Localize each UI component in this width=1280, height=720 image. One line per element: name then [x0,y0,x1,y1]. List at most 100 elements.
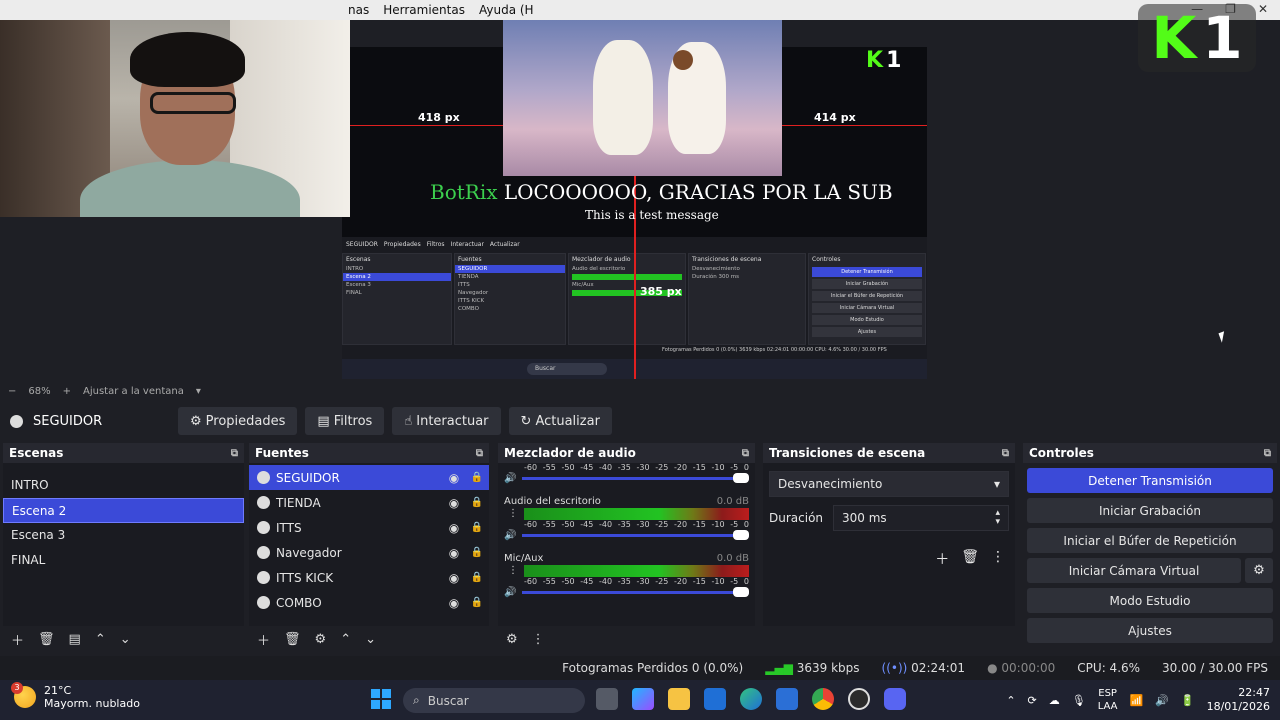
eye-icon[interactable]: ◉ [443,546,465,560]
microphone-icon[interactable]: 🎙 [1072,694,1086,707]
stop-stream-button[interactable]: Detener Transmisión [1027,468,1273,493]
eye-icon[interactable]: ◉ [443,471,465,485]
lock-icon[interactable]: 🔒 [465,497,489,508]
source-item-navegador[interactable]: Navegador ◉ 🔒 [249,540,489,565]
start-recording-button[interactable]: Iniciar Grabación [1027,498,1273,523]
volume-track[interactable] [522,472,749,483]
volume-knob[interactable] [733,586,749,597]
wifi-icon[interactable]: 📶 [1129,694,1143,707]
language-indicator[interactable]: ESP LAA [1098,687,1118,713]
settings-button[interactable]: Ajustes [1027,618,1273,643]
trash-icon[interactable]: 🗑 [38,632,55,647]
zoom-out-button[interactable]: − [8,386,16,397]
undock-icon[interactable]: ⧉ [476,448,483,459]
volume-icon[interactable]: 🔊 [1155,694,1169,707]
scene-item-escena-3[interactable]: Escena 3 [3,523,244,548]
volume-slider[interactable]: 🔊 [504,472,749,484]
chrome-icon[interactable] [812,688,834,710]
speaker-icon[interactable]: 🔊 [504,473,516,484]
store-icon[interactable] [776,688,798,710]
sync-icon[interactable]: ⟳ [1028,694,1037,707]
eye-icon[interactable]: ◉ [443,496,465,510]
move-down-icon[interactable]: ⌄ [120,632,131,647]
duration-spinbox[interactable]: 300 ms ▴ ▾ [833,505,1009,531]
source-item-itts[interactable]: ITTS ◉ 🔒 [249,515,489,540]
volume-slider[interactable]: 🔊 [504,529,749,541]
volume-track[interactable] [522,529,749,540]
lock-icon[interactable]: 🔒 [465,597,489,608]
lock-icon[interactable]: 🔒 [465,522,489,533]
preview-area[interactable]: K1 SEGUIDOR Propiedades Filtros Interact… [0,20,1280,382]
trash-icon[interactable]: 🗑 [961,549,979,569]
outlook-icon[interactable] [704,688,726,710]
kebab-menu-icon[interactable]: ⋮ [532,632,545,647]
move-up-icon[interactable]: ⌃ [95,632,106,647]
lock-icon[interactable]: 🔒 [465,547,489,558]
interact-button[interactable]: ☝ Interactuar [392,407,501,435]
add-transition-icon[interactable]: ＋ [935,549,949,569]
scene-item-escena-2[interactable]: Escena 2 [3,498,244,523]
kebab-menu-icon[interactable]: ⋮ [991,549,1005,569]
zoom-in-button[interactable]: + [63,386,71,397]
source-item-combo[interactable]: COMBO ◉ 🔒 [249,590,489,615]
fit-to-window-button[interactable]: Ajustar a la ventana [83,386,184,397]
source-item-seguidor[interactable]: SEGUIDOR ◉ 🔒 [249,465,489,490]
scene-item-intro[interactable]: INTRO [3,473,244,498]
scene-filter-icon[interactable]: ▤ [69,632,81,647]
move-up-icon[interactable]: ⌃ [340,632,351,647]
source-item-itts-kick[interactable]: ITTS KICK ◉ 🔒 [249,565,489,590]
menu-item-help[interactable]: Ayuda (H [479,3,534,17]
taskbar-search[interactable]: ⌕ Buscar [403,688,585,713]
eye-icon[interactable]: ◉ [443,521,465,535]
file-explorer-icon[interactable] [668,688,690,710]
trash-icon[interactable]: 🗑 [284,632,301,647]
studio-mode-button[interactable]: Modo Estudio [1027,588,1273,613]
speaker-icon[interactable]: 🔊 [504,530,516,541]
volume-knob[interactable] [733,529,749,540]
windows-start-icon[interactable] [371,689,391,709]
scene-item-final[interactable]: FINAL [3,548,244,573]
start-replay-buffer-button[interactable]: Iniciar el Búfer de Repetición [1027,528,1273,553]
start-virtual-camera-button[interactable]: Iniciar Cámara Virtual [1027,558,1241,583]
edge-icon[interactable] [740,688,762,710]
source-item-tienda[interactable]: TIENDA ◉ 🔒 [249,490,489,515]
volume-track[interactable] [522,586,749,597]
add-scene-icon[interactable]: ＋ [11,630,24,649]
eye-icon[interactable]: ◉ [443,596,465,610]
menu-item-scenes[interactable]: nas [348,3,369,17]
obs-icon[interactable] [848,688,870,710]
undock-icon[interactable]: ⧉ [231,448,238,459]
properties-button[interactable]: ⚙ Propiedades [178,407,298,435]
close-button[interactable]: ✕ [1258,2,1268,16]
battery-icon[interactable]: 🔋 [1181,694,1195,707]
weather-widget[interactable]: 3 21°C Mayorm. nublado [11,682,140,710]
kebab-menu-icon[interactable]: ⋮ [508,508,518,519]
lock-icon[interactable]: 🔒 [465,572,489,583]
transition-select[interactable]: Desvanecimiento ▾ [769,471,1009,497]
add-source-icon[interactable]: ＋ [257,630,270,649]
filters-button[interactable]: ▤ Filtros [305,407,385,435]
undock-icon[interactable]: ⧉ [742,448,749,459]
kebab-menu-icon[interactable]: ⋮ [508,565,518,576]
speaker-icon[interactable]: 🔊 [504,587,516,598]
move-down-icon[interactable]: ⌄ [365,632,376,647]
discord-icon[interactable] [884,688,906,710]
copilot-icon[interactable] [632,688,654,710]
virtual-camera-settings-button[interactable]: ⚙ [1245,558,1273,583]
menu-item-tools[interactable]: Herramientas [383,3,465,17]
gear-icon[interactable]: ⚙ [315,632,327,647]
chevron-down-icon[interactable]: ▾ [196,386,201,397]
volume-slider[interactable]: 🔊 [504,586,749,598]
onedrive-icon[interactable]: ☁ [1049,694,1060,707]
eye-icon[interactable]: ◉ [443,571,465,585]
undock-icon[interactable]: ⧉ [1264,448,1271,459]
refresh-button[interactable]: ↻ Actualizar [508,407,612,435]
task-view-icon[interactable] [596,688,618,710]
volume-knob[interactable] [733,472,749,483]
undock-icon[interactable]: ⧉ [1002,448,1009,459]
lock-icon[interactable]: 🔒 [465,472,489,483]
clock[interactable]: 22:47 18/01/2026 [1207,686,1270,714]
advanced-audio-icon[interactable]: ⚙ [506,632,518,647]
chevron-up-icon[interactable]: ⌃ [1006,694,1015,707]
spin-arrows-icon[interactable]: ▴ ▾ [995,509,1000,527]
